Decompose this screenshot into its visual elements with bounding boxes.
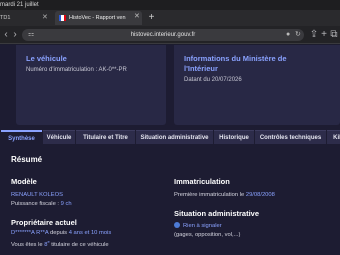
address-bar[interactable]: ⚏ histovec.interieur.gouv.fr ● ↻ [22, 29, 304, 41]
status-bar: mardi 21 juillet [0, 0, 340, 10]
admin-status-heading: Situation administrative [174, 209, 260, 218]
check-circle-icon [174, 222, 180, 229]
browser-tab-label: TD1 [0, 15, 11, 21]
registration-number: Numéro d'immatriculation : AK-0**-PR [26, 67, 127, 73]
admin-status-note: (gages, opposition, vol,...) [174, 232, 241, 238]
browser-toolbar: ‹ › ⚏ histovec.interieur.gouv.fr ● ↻ ⇪ +… [0, 26, 340, 44]
admin-status: Rien à signaler [174, 222, 222, 230]
forward-icon[interactable]: › [9, 29, 21, 41]
tab-kilometrage[interactable]: Kil [327, 130, 340, 144]
tab-vehicule[interactable]: Véhicule [43, 130, 75, 144]
vehicle-card: Le véhicule Numéro d'immatriculation : A… [16, 45, 166, 125]
tab-controles-techniques[interactable]: Contrôles techniques [255, 130, 326, 144]
close-icon[interactable]: ✕ [42, 13, 48, 21]
status-time: mardi 21 juillet [0, 2, 39, 8]
page-content: Le véhicule Numéro d'immatriculation : A… [0, 45, 340, 255]
mic-icon[interactable]: ● [286, 29, 290, 41]
first-registration: Première immatriculation le 29/08/2008 [174, 192, 275, 198]
ministry-card: Informations du Ministère de l'Intérieur… [174, 45, 340, 125]
close-icon[interactable]: ✕ [134, 10, 140, 24]
tab-historique[interactable]: Historique [214, 130, 254, 144]
report-tabs: Synthèse Véhicule Titulaire et Titre Sit… [0, 130, 340, 144]
new-tab-icon[interactable]: + [146, 12, 157, 24]
model-heading: Modèle [11, 177, 37, 186]
tab-situation-administrative[interactable]: Situation administrative [136, 130, 213, 144]
browser-tab-label: HistoVec - Rapport ven [69, 15, 126, 21]
french-flag-icon [59, 15, 66, 21]
tabs-overview-icon[interactable]: ⧉ [328, 29, 340, 41]
fiscal-power: Puissance fiscale : 9 ch [11, 201, 72, 207]
owner-heading: Propriétaire actuel [11, 218, 77, 227]
url-text: histovec.interieur.gouv.fr [130, 32, 196, 38]
summary-heading: Résumé [11, 155, 43, 164]
report-date: Datant du 20/07/2026 [184, 77, 242, 83]
owner-rank: Vous êtes le 8e titulaire de ce véhicule [11, 239, 109, 248]
browser-tab-bar: TD1 ✕ HistoVec - Rapport ven ✕ + [0, 10, 340, 26]
registration-heading: Immatriculation [174, 177, 230, 186]
browser-tab-td1[interactable]: TD1 [0, 11, 45, 25]
browser-tab-histovec[interactable]: HistoVec - Rapport ven [55, 11, 142, 25]
vehicle-model: RENAULT KOLEOS [11, 192, 63, 198]
reload-icon[interactable]: ↻ [295, 29, 301, 41]
owner-name: D*******A R**A depuis 4 ans et 10 mois [11, 230, 112, 236]
ministry-card-title: Informations du Ministère de l'Intérieur [184, 54, 287, 73]
tab-synthese[interactable]: Synthèse [1, 130, 42, 144]
tab-titulaire[interactable]: Titulaire et Titre [76, 130, 135, 144]
vehicle-card-title: Le véhicule [26, 54, 67, 63]
